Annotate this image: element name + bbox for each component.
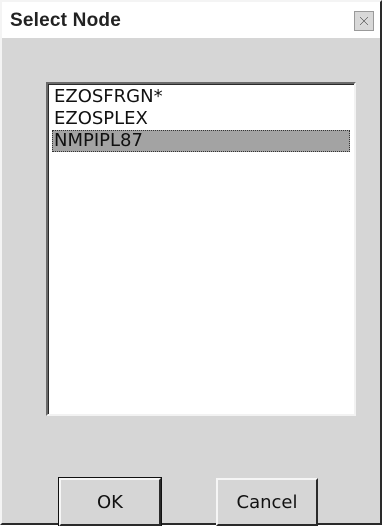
list-item[interactable]: EZOSFRGN* xyxy=(52,86,350,108)
close-icon xyxy=(359,16,369,26)
list-item[interactable]: EZOSPLEX xyxy=(52,108,350,130)
dialog-title: Select Node xyxy=(10,10,121,31)
ok-button[interactable]: OK xyxy=(58,477,162,526)
list-item-selected[interactable]: NMPIPL87 xyxy=(52,130,350,152)
dialog-body: EZOSFRGN* EZOSPLEX NMPIPL87 OK Cancel xyxy=(2,38,380,526)
select-node-dialog: Select Node EZOSFRGN* EZOSPLEX NMPIPL87 … xyxy=(0,0,382,526)
node-listbox[interactable]: EZOSFRGN* EZOSPLEX NMPIPL87 xyxy=(46,82,356,416)
cancel-button[interactable]: Cancel xyxy=(216,478,318,526)
close-button[interactable] xyxy=(354,11,374,31)
title-bar[interactable]: Select Node xyxy=(2,2,380,38)
